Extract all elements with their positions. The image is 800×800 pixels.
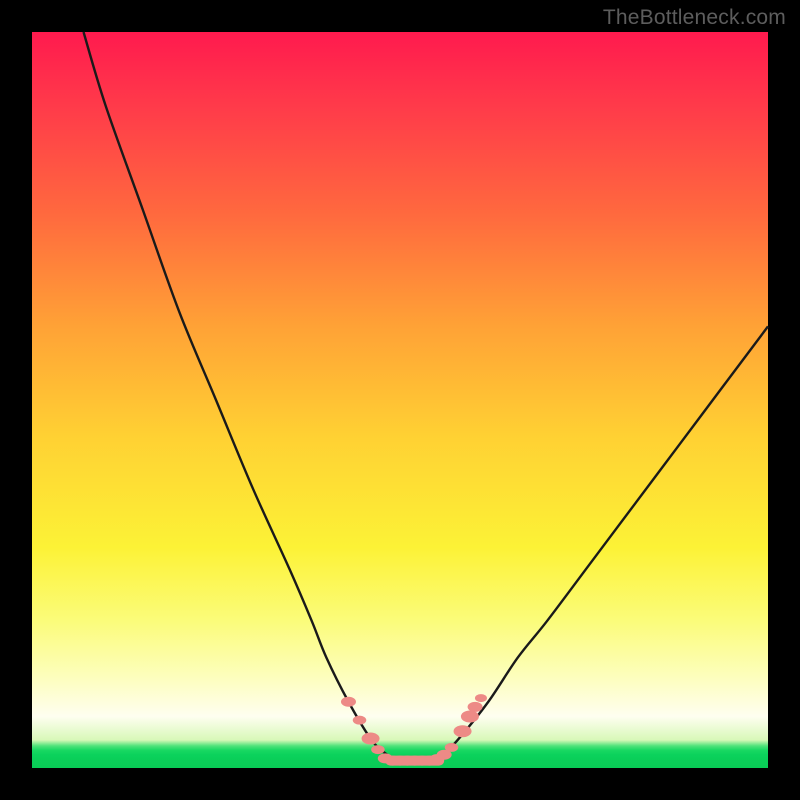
curve-svg — [32, 32, 768, 768]
marker-group — [341, 694, 487, 766]
plot-area — [32, 32, 768, 768]
curve-marker — [475, 694, 487, 702]
curve-marker — [454, 725, 472, 737]
curve-marker — [461, 710, 479, 722]
curve-marker — [371, 745, 385, 754]
watermark-text: TheBottleneck.com — [603, 6, 786, 30]
curve-marker — [445, 743, 459, 752]
chart-frame: TheBottleneck.com — [0, 0, 800, 800]
bottleneck-curve — [84, 32, 768, 761]
curve-marker — [362, 733, 380, 745]
curve-marker — [468, 702, 483, 712]
curve-marker — [353, 716, 367, 725]
curve-marker — [341, 697, 356, 707]
